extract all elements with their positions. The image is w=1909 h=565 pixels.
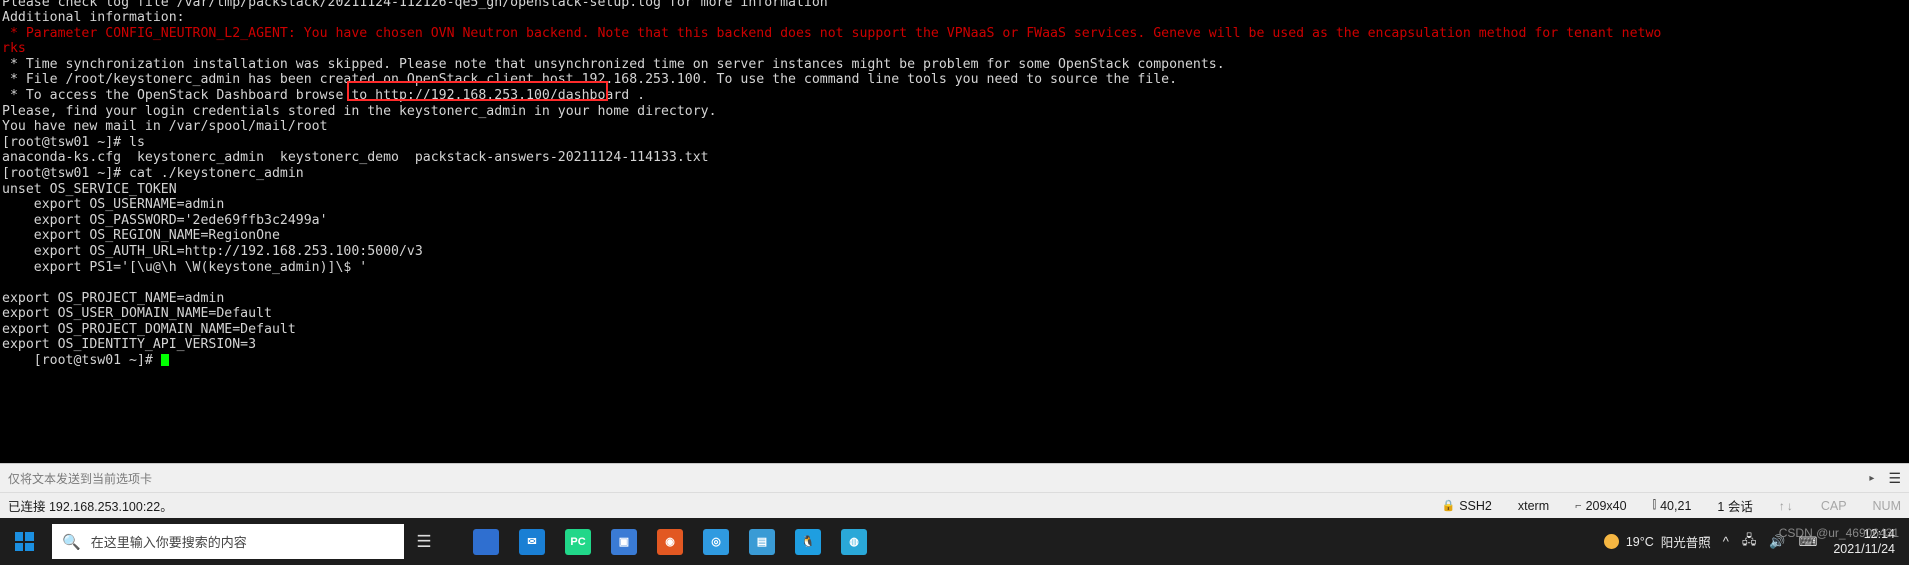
terminal-line: export OS_PROJECT_DOMAIN_NAME=Default xyxy=(2,321,296,337)
send-text-bar[interactable]: 仅将文本发送到当前选项卡 ▸ ☰ xyxy=(0,463,1909,492)
status-caps-lock: CAP xyxy=(1821,499,1847,513)
taskbar-app-vmware-workstation[interactable]: ▣ xyxy=(604,522,644,562)
terminal-line: Please, find your login credentials stor… xyxy=(2,103,717,119)
num-lock-label: NUM xyxy=(1872,498,1901,513)
transfer-arrows: ↑↓ xyxy=(1779,499,1795,513)
pycharm-icon: PC xyxy=(565,528,591,555)
lock-icon: 🔒 xyxy=(1441,500,1456,512)
hamburger-menu-icon[interactable]: ☰ xyxy=(1888,470,1901,487)
session-count-label: 1 会话 xyxy=(1717,500,1753,514)
microsoft-edge-icon: ◎ xyxy=(703,528,729,555)
vmware-workstation-icon: ▣ xyxy=(611,528,637,555)
qq-icon: 🐧 xyxy=(795,528,821,555)
taskbar-app-xshell[interactable]: ▤ xyxy=(742,522,782,562)
status-session-count: 1 会话 xyxy=(1717,496,1752,515)
terminal-line: anaconda-ks.cfg keystonerc_admin keyston… xyxy=(2,150,709,166)
terminal-line: [root@tsw01 ~]# ls xyxy=(2,134,145,150)
terminal-line: * File /root/keystonerc_admin has been c… xyxy=(2,72,1178,88)
terminal-line: export OS_PASSWORD='2ede69ffb3c2499a' xyxy=(2,212,328,228)
upload-arrow-icon: ↑ xyxy=(1778,498,1787,513)
mail-icon: ✉ xyxy=(519,528,545,555)
terminal-output[interactable]: Please check log file /var/tmp/packstack… xyxy=(0,0,1909,463)
sun-icon xyxy=(1603,534,1619,549)
terminal-cursor xyxy=(160,354,169,367)
terminal-line: unset OS_SERVICE_TOKEN xyxy=(2,181,177,197)
firefox-icon: ◉ xyxy=(657,528,683,555)
search-icon: 🔍 xyxy=(62,533,81,551)
status-bar: 已连接 192.168.253.100:22。 🔒 SSH2 xterm ⌐ 2… xyxy=(0,492,1909,518)
taskbar-app-wechat[interactable]: ◍ xyxy=(834,522,874,562)
terminal-prompt-line: [root@tsw01 ~]# xyxy=(2,353,1907,369)
chevron-right-icon[interactable]: ▸ xyxy=(1869,473,1874,484)
cursor-position-icon: ⫿ xyxy=(1652,499,1657,511)
caps-lock-label: CAP xyxy=(1820,498,1847,513)
terminal-line: * To access the OpenStack Dashboard brow… xyxy=(2,87,646,103)
terminal-line: You have new mail in /var/spool/mail/roo… xyxy=(2,119,328,135)
screen: Please check log file /var/tmp/packstack… xyxy=(0,0,1909,565)
terminal-line: * Parameter CONFIG_NEUTRON_L2_AGENT: You… xyxy=(2,25,1662,41)
tray-icon-0[interactable]: ^ xyxy=(1723,534,1729,549)
microsoft-store-icon xyxy=(473,528,499,555)
protocol-label: SSH2 xyxy=(1459,498,1492,513)
status-terminal-type: xterm xyxy=(1518,499,1549,513)
terminal-line: export OS_REGION_NAME=RegionOne xyxy=(2,228,280,244)
clock-date: 2021/11/24 xyxy=(1833,541,1895,556)
send-text-label: 仅将文本发送到当前选项卡 xyxy=(8,471,153,486)
windows-logo-icon xyxy=(14,532,34,551)
prompt-text: [root@tsw01 ~]# xyxy=(2,353,161,369)
terminal-line: * Time synchronization installation was … xyxy=(2,56,1225,72)
terminal-line: export OS_PROJECT_NAME=admin xyxy=(2,290,225,306)
taskbar-app-firefox[interactable]: ◉ xyxy=(650,522,690,562)
taskbar-app-microsoft-store[interactable] xyxy=(466,522,506,562)
taskbar-app-microsoft-edge[interactable]: ◎ xyxy=(696,522,736,562)
terminal-line: rks xyxy=(2,41,26,57)
windows-taskbar: 🔍 在这里输入你要搜索的内容 ☰ ✉ PC ▣ ◉ ◎ ▤ 🐧 ◍ 19°C 阳光普照 ^ 🖧 🔊… xyxy=(0,518,1909,565)
resize-icon: ⌐ xyxy=(1575,499,1582,512)
weather-temperature: 19°C xyxy=(1625,534,1654,549)
terminal-line: export OS_IDENTITY_API_VERSION=3 xyxy=(2,337,257,353)
tray-icon-1[interactable]: 🖧 xyxy=(1742,531,1757,553)
search-placeholder-text: 在这里输入你要搜索的内容 xyxy=(90,535,247,550)
status-terminal-size: ⌐ 209x40 xyxy=(1575,499,1626,513)
status-num-lock: NUM xyxy=(1873,499,1901,513)
weather-description: 阳光普照 xyxy=(1660,536,1711,550)
taskbar-app-icons: ✉ PC ▣ ◉ ◎ ▤ 🐧 ◍ xyxy=(466,522,874,562)
terminal-type-label: xterm xyxy=(1517,498,1550,513)
status-protocol: 🔒 SSH2 xyxy=(1442,499,1492,513)
taskbar-app-qq[interactable]: 🐧 xyxy=(788,522,828,562)
taskbar-app-mail[interactable]: ✉ xyxy=(512,522,552,562)
terminal-line: export OS_USER_DOMAIN_NAME=Default xyxy=(2,306,272,322)
terminal-line: [root@tsw01 ~]# cat ./keystonerc_admin xyxy=(2,165,304,181)
taskbar-app-pycharm[interactable]: PC xyxy=(558,522,598,562)
xshell-icon: ▤ xyxy=(749,528,775,555)
terminal-line: export PS1='[\u@\h \W(keystone_admin)]\$… xyxy=(2,259,368,275)
start-button[interactable] xyxy=(0,518,48,565)
taskbar-search-box[interactable]: 🔍 在这里输入你要搜索的内容 xyxy=(52,524,404,559)
status-cursor-position: ⫿ 40,21 xyxy=(1653,499,1692,513)
connection-status: 已连接 192.168.253.100:22。 xyxy=(8,500,173,514)
download-arrow-icon: ↓ xyxy=(1786,498,1795,513)
weather-widget[interactable]: 19°C 阳光普照 xyxy=(1603,532,1711,551)
cursor-position-label: 40,21 xyxy=(1660,498,1692,513)
wechat-icon: ◍ xyxy=(841,528,867,555)
terminal-size-label: 209x40 xyxy=(1585,498,1627,513)
terminal-line: Please check log file /var/tmp/packstack… xyxy=(2,0,828,10)
task-view-button[interactable]: ☰ xyxy=(404,522,444,562)
terminal-line: Additional information: xyxy=(2,10,185,25)
terminal-line: export OS_AUTH_URL=http://192.168.253.10… xyxy=(2,243,423,259)
terminal-line: export OS_USERNAME=admin xyxy=(2,197,225,213)
csdn-watermark: CSDN @ur_46906431 xyxy=(1778,526,1899,540)
